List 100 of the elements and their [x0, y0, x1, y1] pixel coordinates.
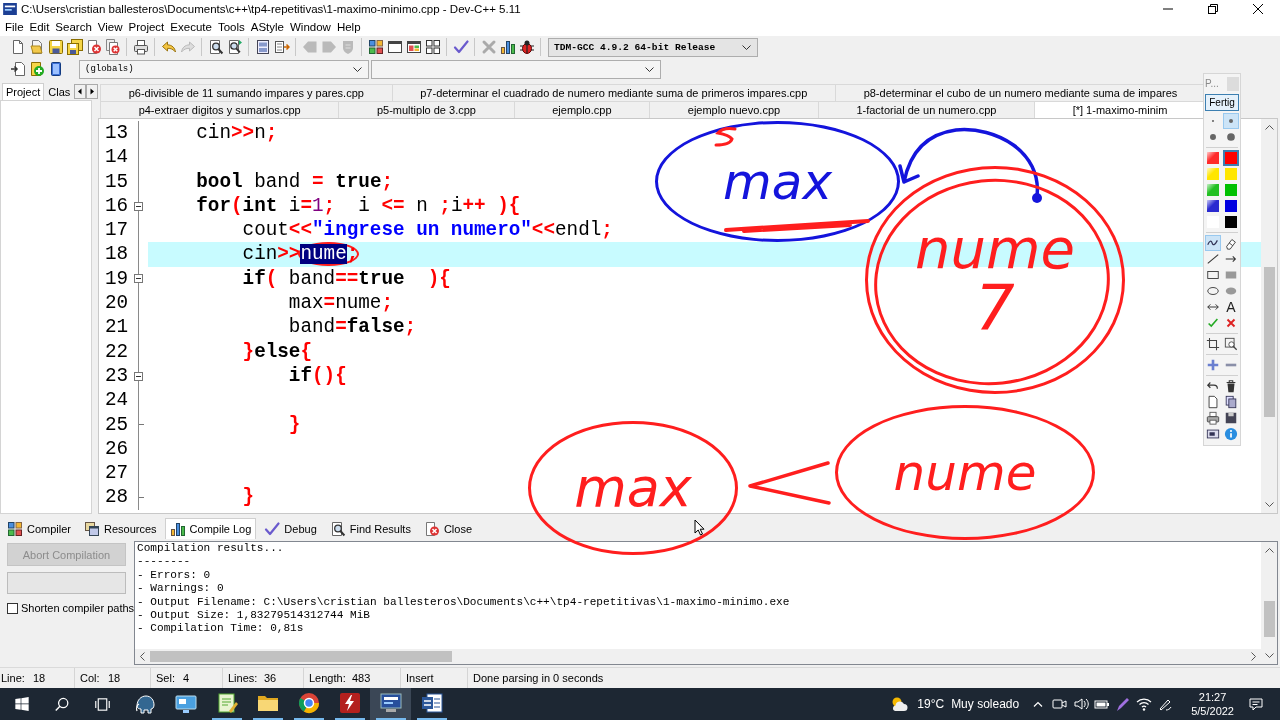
clock-date[interactable]: 5/5/2022: [1191, 704, 1234, 718]
undo-icon[interactable]: [160, 39, 177, 55]
menu-item[interactable]: Help: [333, 20, 364, 34]
chevron-left-icon[interactable]: [140, 652, 145, 661]
scope-dropdown[interactable]: (globals): [79, 59, 369, 79]
chevron-right-icon[interactable]: [1251, 652, 1256, 661]
browser-icon[interactable]: [296, 691, 321, 715]
freehand-icon[interactable]: [1205, 235, 1221, 251]
weather-temperature[interactable]: 19°C: [917, 697, 945, 711]
save-icon[interactable]: [47, 39, 64, 55]
crop-icon[interactable]: [1205, 336, 1221, 352]
color-swatch[interactable]: [1223, 198, 1239, 214]
tiled-window-icon[interactable]: [405, 39, 422, 55]
color-swatch[interactable]: [1223, 166, 1239, 182]
done-button[interactable]: Fertig: [1205, 94, 1239, 111]
menu-item[interactable]: File: [2, 20, 27, 34]
menu-item[interactable]: Tools: [214, 20, 248, 34]
close-all-icon[interactable]: [104, 39, 121, 55]
scrollbar-thumb[interactable]: [1263, 267, 1275, 417]
restore-icon[interactable]: [1207, 4, 1218, 14]
checkbox[interactable]: [7, 602, 18, 614]
color-swatch[interactable]: [1205, 182, 1221, 198]
color-swatch[interactable]: [1223, 150, 1239, 166]
print-icon[interactable]: [132, 39, 149, 55]
copy-icon[interactable]: [1223, 394, 1239, 410]
chevron-down-icon[interactable]: [1264, 502, 1274, 507]
scrollbar-thumb[interactable]: [1263, 601, 1275, 637]
file-tab[interactable]: ejemplo nuevo.cpp: [649, 101, 819, 118]
clock-time[interactable]: 21:27: [1198, 690, 1227, 704]
monitor-icon[interactable]: [173, 692, 198, 716]
panel-tab[interactable]: Find Results: [324, 518, 416, 539]
indent-icon[interactable]: [273, 39, 290, 55]
bar-chart-icon[interactable]: [499, 39, 516, 55]
horizontal-scrollbar[interactable]: [135, 649, 1261, 664]
close-icon[interactable]: [1252, 4, 1263, 14]
panel-tab[interactable]: Compile Log: [164, 518, 257, 539]
bug-icon[interactable]: [518, 39, 535, 55]
screenshot-icon[interactable]: [1205, 426, 1221, 442]
speaker-icon[interactable]: [1072, 696, 1089, 712]
panel-tab[interactable]: Compiler: [2, 518, 76, 539]
menu-item[interactable]: Edit: [26, 20, 53, 34]
panel-tab[interactable]: Clas: [44, 83, 75, 100]
color-swatch[interactable]: [1205, 150, 1221, 166]
checkbox-label[interactable]: Shorten compiler paths: [21, 602, 135, 614]
file-tab[interactable]: p5-multiplo de 3.cpp: [338, 101, 515, 118]
file-tab[interactable]: ejemplo.cpp: [513, 101, 651, 118]
zoom-icon[interactable]: [1223, 336, 1239, 352]
video-camera-icon[interactable]: [1051, 696, 1068, 712]
search-icon[interactable]: [53, 695, 71, 713]
vertical-scrollbar[interactable]: [1261, 542, 1277, 664]
four-squares-icon[interactable]: [424, 39, 441, 55]
menu-item[interactable]: Project: [125, 20, 168, 34]
monitor-icon[interactable]: [378, 691, 403, 715]
task-view-icon[interactable]: [93, 695, 111, 713]
panel-tab[interactable]: Close: [418, 518, 478, 539]
menu-item[interactable]: Window: [287, 20, 334, 34]
taskbar-button[interactable]: [370, 688, 411, 720]
grid-icon[interactable]: [367, 39, 384, 55]
close-file-icon[interactable]: [85, 39, 102, 55]
panel-tab[interactable]: Debug: [259, 518, 322, 539]
fold-collapse-icon[interactable]: [134, 371, 143, 381]
document-icon[interactable]: [419, 691, 444, 715]
color-swatch[interactable]: [1205, 166, 1221, 182]
window-icon[interactable]: [386, 39, 403, 55]
save-all-icon[interactable]: [66, 39, 83, 55]
add-icon[interactable]: [28, 61, 45, 77]
menu-item[interactable]: Search: [52, 20, 95, 34]
fold-collapse-icon[interactable]: [134, 274, 143, 284]
color-swatch[interactable]: [1205, 198, 1221, 214]
lightning-tile-icon[interactable]: [337, 691, 362, 715]
start-icon[interactable]: [14, 696, 30, 712]
print-icon[interactable]: [1205, 410, 1221, 426]
color-swatch[interactable]: [1205, 214, 1221, 230]
notification-icon[interactable]: [1248, 696, 1264, 712]
panel-tab[interactable]: Project: [2, 83, 45, 100]
color-swatch[interactable]: [1223, 214, 1239, 230]
chevron-down-icon[interactable]: [1264, 653, 1274, 658]
scrollbar-thumb[interactable]: [150, 651, 452, 662]
chevron-up-icon[interactable]: [1264, 125, 1274, 130]
plus-icon[interactable]: [1205, 357, 1221, 373]
weather-condition[interactable]: Muy soleado: [951, 697, 1020, 711]
chevron-up-icon[interactable]: [1264, 548, 1274, 553]
scroll-left-icon[interactable]: [74, 84, 87, 99]
scroll-right-icon[interactable]: [86, 84, 99, 99]
open-file-icon[interactable]: [28, 39, 45, 55]
text-tool[interactable]: A: [1223, 299, 1239, 315]
menu-item[interactable]: View: [94, 20, 126, 34]
wifi-icon[interactable]: [1135, 696, 1152, 712]
pen-size-icon[interactable]: [1223, 113, 1239, 129]
menu-item[interactable]: Execute: [167, 20, 215, 34]
replace-icon[interactable]: [226, 39, 243, 55]
color-swatch[interactable]: [1223, 182, 1239, 198]
file-tab[interactable]: p7-determinar el cuadrado de numero mediante suma de primeros impares.cpp: [391, 84, 836, 101]
fold-collapse-icon[interactable]: [134, 201, 143, 211]
panel-tab[interactable]: Resources: [79, 518, 162, 539]
check-icon[interactable]: [452, 39, 469, 55]
compiler-dropdown[interactable]: TDM-GCC 4.9.2 64-bit Release: [548, 37, 758, 57]
line-icon[interactable]: [1205, 251, 1221, 267]
file-tab[interactable]: p8-determinar el cubo de un numero mediante suma de impares: [834, 84, 1206, 101]
file-tab[interactable]: p4-extraer digitos y sumarlos.cpp: [100, 101, 340, 118]
